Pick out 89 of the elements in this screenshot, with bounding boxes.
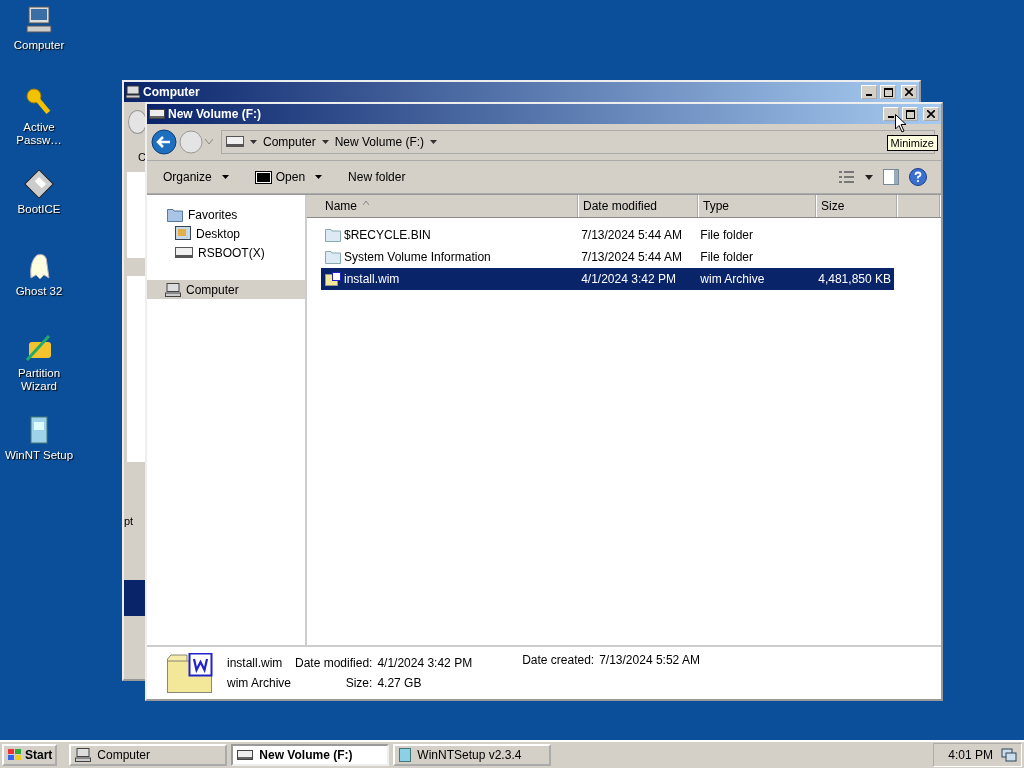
file-name: $RECYCLE.BIN (344, 228, 431, 242)
organize-menu[interactable]: Organize (159, 168, 233, 186)
app-icon (254, 170, 272, 184)
close-button[interactable] (901, 85, 917, 99)
window-title: New Volume (F:) (168, 107, 262, 121)
maximize-icon (883, 87, 893, 97)
tooltip: Minimize (886, 135, 938, 151)
caret-icon[interactable] (865, 174, 873, 180)
file-name: System Volume Information (344, 250, 491, 264)
icon-label: Active Passw… (15, 121, 63, 147)
taskbar-button[interactable]: WinNTSetup v2.3.4 (393, 744, 552, 766)
icon-label: Computer (13, 39, 65, 52)
file-row[interactable]: System Volume Information 7/13/2024 5:44 AM File folder (321, 246, 894, 268)
help-icon[interactable] (909, 168, 927, 186)
size-cell: 4,481,850 KB (818, 272, 891, 286)
field-label: Date modified: (295, 656, 373, 670)
breadcrumb-item[interactable]: Computer (263, 135, 316, 149)
drive-icon (237, 749, 254, 761)
file-row[interactable]: install.wim 4/1/2024 3:42 PM wim Archive 4,481,850 KB (321, 268, 894, 290)
nav-label: pt (124, 515, 134, 527)
field-label: Date created: (522, 653, 595, 667)
folder-icon (325, 250, 341, 264)
maximize-button[interactable] (902, 107, 918, 121)
date-cell: 4/1/2024 3:42 PM (581, 272, 676, 286)
caret-icon (221, 175, 229, 179)
nav-item[interactable]: Desktop (147, 224, 305, 243)
field-value: 4.27 GB (377, 676, 423, 690)
nav-item[interactable]: Favorites (147, 205, 305, 224)
column-header[interactable]: Name (321, 195, 579, 217)
desktop-icon (175, 226, 191, 241)
icon-label: Ghost 32 (15, 285, 63, 298)
close-icon (905, 88, 913, 96)
archive-file-icon (325, 272, 341, 286)
file-type: wim Archive (227, 676, 291, 690)
field-value: 7/13/2024 5:52 AM (599, 653, 700, 667)
taskbar-button[interactable]: New Volume (F:) (231, 744, 390, 766)
column-header[interactable]: Size (817, 195, 898, 217)
drive-icon (175, 246, 193, 259)
document-icon (399, 748, 412, 762)
nav-item[interactable]: RSBOOT(X) (147, 243, 305, 262)
maximize-button[interactable] (880, 85, 896, 99)
computer-icon (126, 85, 140, 99)
cursor-icon (895, 114, 907, 133)
column-header[interactable]: Date modified (579, 195, 699, 217)
icon-label: WinNT Setup (4, 449, 74, 462)
minimize-button[interactable] (883, 107, 899, 121)
file-row[interactable]: $RECYCLE.BIN 7/13/2024 5:44 AM File folder (321, 224, 894, 246)
file-name: install.wim (227, 656, 284, 670)
computer-icon (75, 748, 92, 762)
preview-pane-icon[interactable] (883, 169, 899, 185)
caret-icon[interactable] (321, 140, 329, 144)
network-icon[interactable] (1001, 747, 1017, 763)
file-name: install.wim (344, 272, 400, 286)
nav-item[interactable]: Computer (147, 280, 305, 299)
taskbar-button[interactable]: Computer (69, 744, 228, 766)
caret-icon (315, 175, 323, 179)
open-button[interactable]: Open (250, 168, 327, 186)
folder-icon (167, 207, 183, 222)
minimize-button[interactable] (861, 85, 877, 99)
close-button[interactable] (923, 107, 939, 121)
window-title: Computer (143, 85, 200, 99)
folder-icon (325, 228, 341, 242)
column-header[interactable]: Type (699, 195, 817, 217)
date-cell: 7/13/2024 5:44 AM (581, 228, 682, 242)
close-icon (927, 110, 935, 118)
caret-icon[interactable] (430, 140, 438, 144)
type-cell: File folder (700, 250, 754, 264)
archive-file-icon (167, 653, 213, 693)
toolbar-button[interactable]: New folder (344, 168, 410, 186)
windows-logo-icon (7, 748, 23, 762)
icon-label: BootICE (17, 203, 61, 216)
computer-icon (165, 282, 181, 297)
back-button[interactable] (151, 129, 177, 155)
type-cell: File folder (700, 228, 754, 242)
start-button[interactable]: Start (2, 744, 58, 766)
caret-icon[interactable] (250, 140, 257, 144)
selected-item[interactable] (124, 580, 147, 616)
date-cell: 7/13/2024 5:44 AM (581, 250, 682, 264)
breadcrumb-item[interactable]: New Volume (F:) (334, 135, 425, 149)
field-label: Size: (344, 676, 373, 690)
maximize-icon (905, 109, 915, 119)
icon-label: Partition Wizard (16, 367, 62, 393)
field-value: 4/1/2024 3:42 PM (377, 656, 473, 670)
type-cell: wim Archive (700, 272, 765, 286)
toolbar-label: C (138, 151, 146, 163)
computer-icon[interactable] (23, 4, 55, 36)
view-options-icon[interactable] (839, 170, 855, 184)
drive-icon (226, 136, 244, 148)
drive-icon (149, 108, 165, 120)
